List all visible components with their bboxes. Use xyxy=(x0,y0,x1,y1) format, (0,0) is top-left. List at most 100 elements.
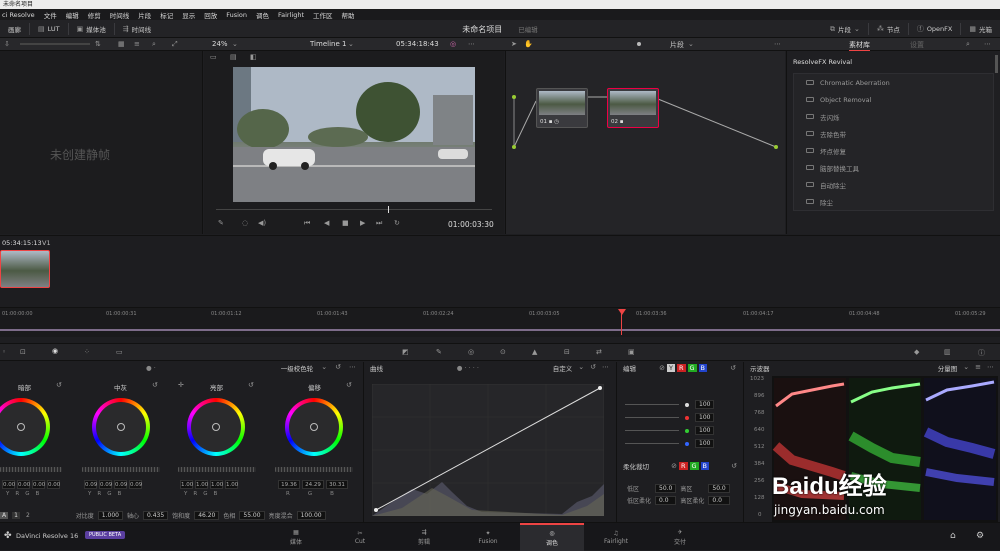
gain-value-r[interactable]: 1.00 xyxy=(195,480,208,489)
key-icon[interactable]: ⊟ xyxy=(564,348,570,356)
menu-help[interactable]: 帮助 xyxy=(342,10,355,20)
reset-icon[interactable]: ↺ xyxy=(346,381,352,389)
menu-timeline[interactable]: 时间线 xyxy=(110,10,130,20)
high-soft-value[interactable]: 0.0 xyxy=(708,496,730,505)
page-deliver[interactable]: ✈ 交付 xyxy=(648,523,712,551)
gallery-zoom-slider[interactable] xyxy=(20,43,90,45)
menu-view[interactable]: 显示 xyxy=(182,10,195,20)
window-icon[interactable]: ◎ xyxy=(468,348,474,356)
fx-item[interactable]: 脑部替换工具 xyxy=(794,159,993,176)
soft-r-toggle[interactable]: R xyxy=(678,461,688,470)
b-intensity[interactable]: 100 xyxy=(695,439,715,448)
lift-value-r[interactable]: 0.00 xyxy=(17,480,30,489)
zoom-level[interactable]: 24% xyxy=(212,40,228,48)
menu-playback[interactable]: 回放 xyxy=(204,10,217,20)
g-intensity[interactable]: 100 xyxy=(695,426,715,435)
lift-master-slider[interactable] xyxy=(0,467,62,472)
blur-icon[interactable]: ▲ xyxy=(532,348,537,356)
gain-value-g[interactable]: 1.00 xyxy=(210,480,223,489)
fx-library-tab[interactable]: 素材库 xyxy=(849,40,870,51)
gamma-value-y[interactable]: 0.09 xyxy=(84,480,97,489)
curve-graph[interactable] xyxy=(372,384,604,516)
keyframes-icon[interactable]: ◆ xyxy=(914,348,919,356)
r-toggle[interactable]: R xyxy=(676,363,686,372)
camera-raw-icon[interactable]: ◦ xyxy=(2,348,6,356)
soft-g-toggle[interactable]: G xyxy=(689,461,699,470)
scrollbar[interactable] xyxy=(995,55,998,73)
page-fusion[interactable]: ✦ Fusion xyxy=(456,523,520,551)
loop-icon[interactable]: ↻ xyxy=(394,219,400,227)
playhead-marker-icon[interactable] xyxy=(618,309,626,315)
reset-icon[interactable]: ↺ xyxy=(248,381,254,389)
hue-value[interactable]: 55.00 xyxy=(239,511,265,520)
link-icon[interactable]: ⊘ xyxy=(659,364,665,372)
color-icon[interactable]: ◎ xyxy=(450,40,456,48)
gamma-value-g[interactable]: 0.09 xyxy=(114,480,127,489)
expand-icon[interactable]: ⤢ xyxy=(172,40,178,49)
tracker-icon[interactable]: ⊙ xyxy=(500,348,506,356)
fx-item[interactable]: 去闪烁 xyxy=(794,108,993,125)
r-intensity[interactable]: 100 xyxy=(695,413,715,422)
pointer-icon[interactable]: ➤ xyxy=(511,40,517,48)
gain-value-b[interactable]: 1.00 xyxy=(225,480,238,489)
lift-wheel[interactable] xyxy=(0,398,50,456)
wheel-puck[interactable] xyxy=(17,423,25,431)
options-icon[interactable]: ⋯ xyxy=(774,40,781,48)
menu-color[interactable]: 调色 xyxy=(256,10,269,20)
curves-icon[interactable]: ◩ xyxy=(402,348,409,356)
scope-mode[interactable]: 分量图 ⌄ ≡ ⋯ xyxy=(938,363,994,373)
volume-icon[interactable]: ◀) xyxy=(258,219,266,227)
node-mode[interactable]: 片段 xyxy=(670,40,684,50)
gear-icon[interactable]: ⚙ xyxy=(976,531,984,541)
openfx-button[interactable]: ⓕ OpenFX xyxy=(909,20,961,38)
fx-item[interactable]: Chromatic Aberration xyxy=(794,74,993,91)
gamma-wheel[interactable] xyxy=(92,398,150,456)
page-2-button[interactable]: 2 xyxy=(24,512,32,519)
wheel-puck[interactable] xyxy=(310,423,318,431)
gamma-value-r[interactable]: 0.09 xyxy=(99,480,112,489)
options-icon[interactable]: ⋯ xyxy=(602,363,609,373)
offset-value-r[interactable]: 19.36 xyxy=(278,480,300,489)
rgb-mixer-icon[interactable]: ⁘ xyxy=(84,348,90,356)
info-icon[interactable]: ⓘ xyxy=(978,348,985,358)
menu-edit[interactable]: 编辑 xyxy=(66,10,79,20)
low-soft-value[interactable]: 0.0 xyxy=(655,496,677,505)
menu-trim[interactable]: 修剪 xyxy=(88,10,101,20)
motion-effects-icon[interactable]: ▭ xyxy=(116,348,123,356)
viewer-mode-icon[interactable]: ▭ xyxy=(210,53,217,61)
timeline-name[interactable]: Timeline 1 xyxy=(310,40,346,48)
search-icon[interactable]: ⌕ xyxy=(152,40,156,49)
media-pool-button[interactable]: ▣ 媒体池 xyxy=(69,20,114,37)
lift-value-y[interactable]: 0.00 xyxy=(2,480,15,489)
offset-value-b[interactable]: 30.31 xyxy=(326,480,348,489)
lum-mix-value[interactable]: 100.00 xyxy=(296,511,326,520)
qualifier-icon[interactable]: ✎ xyxy=(436,348,442,356)
stop-icon[interactable]: ■ xyxy=(342,219,349,227)
menu-workspace[interactable]: 工作区 xyxy=(313,10,333,20)
page-edit[interactable]: ⇶ 剪辑 xyxy=(392,523,456,551)
wheels-mode[interactable]: 一级校色轮 ⌄ ↺ ⋯ xyxy=(281,363,356,373)
lift-value-b[interactable]: 0.00 xyxy=(47,480,60,489)
scrubber[interactable] xyxy=(216,209,492,210)
crosshair-icon[interactable]: ✛ xyxy=(178,381,184,389)
clip-mode-button[interactable]: ⧉ 片段 ⌄ xyxy=(822,20,868,38)
g-toggle[interactable]: G xyxy=(687,363,697,372)
timeline-track[interactable] xyxy=(0,329,1000,331)
link-icon[interactable]: ⊘ xyxy=(671,462,677,470)
search-icon[interactable]: ⌕ xyxy=(966,40,970,49)
page-color[interactable]: ◎ 调色 xyxy=(520,523,584,551)
menu-app[interactable]: ci Resolve xyxy=(2,11,35,19)
scrubber-handle[interactable] xyxy=(388,206,389,213)
reset-icon[interactable]: ↺ xyxy=(590,363,596,373)
gain-wheel[interactable] xyxy=(187,398,245,456)
soft-b-toggle[interactable]: B xyxy=(700,461,710,470)
gamma-value-b[interactable]: 0.09 xyxy=(129,480,142,489)
options-icon[interactable]: ⋯ xyxy=(987,363,994,373)
b-toggle[interactable]: B xyxy=(698,363,708,372)
fx-item[interactable]: 坏点修复 xyxy=(794,142,993,159)
sort-icon[interactable]: ⇅ xyxy=(95,40,101,48)
go-to-end-icon[interactable]: ⏭ xyxy=(376,219,382,228)
reset-icon[interactable]: ↺ xyxy=(56,381,62,389)
offset-wheel[interactable] xyxy=(285,398,343,456)
node-02[interactable]: 02 ▪ xyxy=(607,88,659,128)
